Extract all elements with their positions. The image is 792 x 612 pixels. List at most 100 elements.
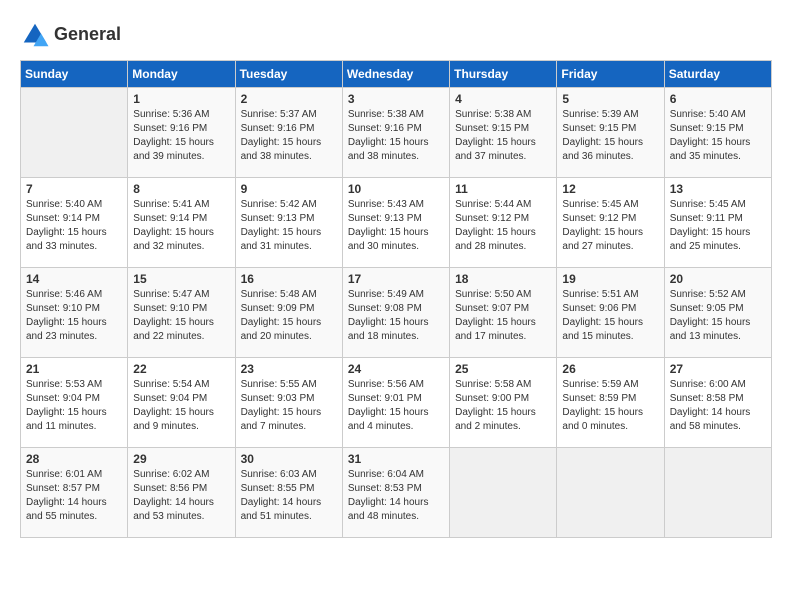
calendar-cell: 29 Sunrise: 6:02 AM Sunset: 8:56 PM Dayli…	[128, 448, 235, 538]
day-info: Sunrise: 5:38 AM Sunset: 9:15 PM Dayligh…	[455, 108, 551, 164]
calendar-header-row: SundayMondayTuesdayWednesdayThursdayFrid…	[21, 61, 772, 88]
day-info: Sunrise: 5:41 AM Sunset: 9:14 PM Dayligh…	[133, 198, 229, 254]
calendar-cell: 11 Sunrise: 5:44 AM Sunset: 9:12 PM Dayli…	[450, 178, 557, 268]
day-number: 8	[133, 182, 229, 196]
day-number: 20	[670, 272, 766, 286]
calendar-cell: 27 Sunrise: 6:00 AM Sunset: 8:58 PM Dayli…	[664, 358, 771, 448]
day-header-monday: Monday	[128, 61, 235, 88]
header: General	[20, 20, 772, 50]
day-number: 23	[241, 362, 337, 376]
day-info: Sunrise: 6:02 AM Sunset: 8:56 PM Dayligh…	[133, 468, 229, 524]
day-number: 11	[455, 182, 551, 196]
calendar-cell	[450, 448, 557, 538]
calendar-cell: 22Sunrise: 5:54 AM Sunset: 9:04 PM Dayli…	[128, 358, 235, 448]
calendar-cell: 9 Sunrise: 5:42 AM Sunset: 9:13 PM Daylig…	[235, 178, 342, 268]
day-info: Sunrise: 5:37 AM Sunset: 9:16 PM Dayligh…	[241, 108, 337, 164]
day-info: Sunrise: 5:55 AM Sunset: 9:03 PM Dayligh…	[241, 378, 337, 434]
day-number: 4	[455, 92, 551, 106]
day-info: Sunrise: 5:58 AM Sunset: 9:00 PM Dayligh…	[455, 378, 551, 434]
logo-icon	[20, 20, 50, 50]
day-info: Sunrise: 5:45 AM Sunset: 9:12 PM Dayligh…	[562, 198, 658, 254]
day-info: Sunrise: 5:40 AM Sunset: 9:14 PM Dayligh…	[26, 198, 122, 254]
calendar-cell: 20 Sunrise: 5:52 AM Sunset: 9:05 PM Dayli…	[664, 268, 771, 358]
day-number: 12	[562, 182, 658, 196]
day-number: 1	[133, 92, 229, 106]
calendar-cell: 15 Sunrise: 5:47 AM Sunset: 9:10 PM Dayli…	[128, 268, 235, 358]
calendar-cell: 6Sunrise: 5:40 AM Sunset: 9:15 PM Daylig…	[664, 88, 771, 178]
day-number: 9	[241, 182, 337, 196]
day-number: 10	[348, 182, 444, 196]
day-info: Sunrise: 5:56 AM Sunset: 9:01 PM Dayligh…	[348, 378, 444, 434]
day-header-tuesday: Tuesday	[235, 61, 342, 88]
day-number: 30	[241, 452, 337, 466]
calendar-cell: 18 Sunrise: 5:50 AM Sunset: 9:07 PM Dayli…	[450, 268, 557, 358]
day-number: 13	[670, 182, 766, 196]
day-number: 21	[26, 362, 122, 376]
calendar-cell: 16Sunrise: 5:48 AM Sunset: 9:09 PM Dayli…	[235, 268, 342, 358]
day-number: 26	[562, 362, 658, 376]
day-header-friday: Friday	[557, 61, 664, 88]
calendar-cell: 5 Sunrise: 5:39 AM Sunset: 9:15 PM Daylig…	[557, 88, 664, 178]
calendar-cell	[664, 448, 771, 538]
calendar-cell: 23 Sunrise: 5:55 AM Sunset: 9:03 PM Dayli…	[235, 358, 342, 448]
day-number: 15	[133, 272, 229, 286]
day-number: 3	[348, 92, 444, 106]
day-number: 27	[670, 362, 766, 376]
day-number: 14	[26, 272, 122, 286]
calendar-cell: 3Sunrise: 5:38 AM Sunset: 9:16 PM Daylig…	[342, 88, 449, 178]
day-info: Sunrise: 6:01 AM Sunset: 8:57 PM Dayligh…	[26, 468, 122, 524]
day-number: 7	[26, 182, 122, 196]
day-number: 16	[241, 272, 337, 286]
calendar-cell: 8 Sunrise: 5:41 AM Sunset: 9:14 PM Daylig…	[128, 178, 235, 268]
day-info: Sunrise: 5:54 AM Sunset: 9:04 PM Dayligh…	[133, 378, 229, 434]
calendar-week-row: 7 Sunrise: 5:40 AM Sunset: 9:14 PM Daylig…	[21, 178, 772, 268]
calendar-cell: 21 Sunrise: 5:53 AM Sunset: 9:04 PM Dayli…	[21, 358, 128, 448]
calendar-cell	[21, 88, 128, 178]
calendar-cell: 28 Sunrise: 6:01 AM Sunset: 8:57 PM Dayli…	[21, 448, 128, 538]
day-info: Sunrise: 5:53 AM Sunset: 9:04 PM Dayligh…	[26, 378, 122, 434]
day-number: 28	[26, 452, 122, 466]
day-info: Sunrise: 5:44 AM Sunset: 9:12 PM Dayligh…	[455, 198, 551, 254]
day-number: 6	[670, 92, 766, 106]
calendar-week-row: 21 Sunrise: 5:53 AM Sunset: 9:04 PM Dayli…	[21, 358, 772, 448]
day-number: 2	[241, 92, 337, 106]
calendar-cell: 4 Sunrise: 5:38 AM Sunset: 9:15 PM Daylig…	[450, 88, 557, 178]
calendar-table: SundayMondayTuesdayWednesdayThursdayFrid…	[20, 60, 772, 538]
calendar-cell	[557, 448, 664, 538]
day-info: Sunrise: 5:42 AM Sunset: 9:13 PM Dayligh…	[241, 198, 337, 254]
day-info: Sunrise: 5:52 AM Sunset: 9:05 PM Dayligh…	[670, 288, 766, 344]
day-info: Sunrise: 5:46 AM Sunset: 9:10 PM Dayligh…	[26, 288, 122, 344]
day-info: Sunrise: 5:39 AM Sunset: 9:15 PM Dayligh…	[562, 108, 658, 164]
calendar-cell: 19 Sunrise: 5:51 AM Sunset: 9:06 PM Dayli…	[557, 268, 664, 358]
day-number: 5	[562, 92, 658, 106]
calendar-cell: 12 Sunrise: 5:45 AM Sunset: 9:12 PM Dayli…	[557, 178, 664, 268]
day-info: Sunrise: 6:00 AM Sunset: 8:58 PM Dayligh…	[670, 378, 766, 434]
day-number: 29	[133, 452, 229, 466]
day-info: Sunrise: 5:45 AM Sunset: 9:11 PM Dayligh…	[670, 198, 766, 254]
day-number: 18	[455, 272, 551, 286]
day-number: 24	[348, 362, 444, 376]
day-info: Sunrise: 5:36 AM Sunset: 9:16 PM Dayligh…	[133, 108, 229, 164]
calendar-week-row: 28 Sunrise: 6:01 AM Sunset: 8:57 PM Dayli…	[21, 448, 772, 538]
calendar-cell: 2 Sunrise: 5:37 AM Sunset: 9:16 PM Daylig…	[235, 88, 342, 178]
calendar-cell: 31Sunrise: 6:04 AM Sunset: 8:53 PM Dayli…	[342, 448, 449, 538]
day-number: 19	[562, 272, 658, 286]
calendar-cell: 30 Sunrise: 6:03 AM Sunset: 8:55 PM Dayli…	[235, 448, 342, 538]
logo: General	[20, 20, 121, 50]
calendar-cell: 24 Sunrise: 5:56 AM Sunset: 9:01 PM Dayli…	[342, 358, 449, 448]
day-info: Sunrise: 5:59 AM Sunset: 8:59 PM Dayligh…	[562, 378, 658, 434]
day-info: Sunrise: 5:50 AM Sunset: 9:07 PM Dayligh…	[455, 288, 551, 344]
day-header-saturday: Saturday	[664, 61, 771, 88]
calendar-cell: 13 Sunrise: 5:45 AM Sunset: 9:11 PM Dayli…	[664, 178, 771, 268]
day-info: Sunrise: 6:03 AM Sunset: 8:55 PM Dayligh…	[241, 468, 337, 524]
day-number: 25	[455, 362, 551, 376]
day-info: Sunrise: 5:47 AM Sunset: 9:10 PM Dayligh…	[133, 288, 229, 344]
calendar-cell: 17 Sunrise: 5:49 AM Sunset: 9:08 PM Dayli…	[342, 268, 449, 358]
day-info: Sunrise: 5:51 AM Sunset: 9:06 PM Dayligh…	[562, 288, 658, 344]
calendar-cell: 14 Sunrise: 5:46 AM Sunset: 9:10 PM Dayli…	[21, 268, 128, 358]
calendar-week-row: 1 Sunrise: 5:36 AM Sunset: 9:16 PM Daylig…	[21, 88, 772, 178]
calendar-cell: 7 Sunrise: 5:40 AM Sunset: 9:14 PM Daylig…	[21, 178, 128, 268]
day-info: Sunrise: 5:43 AM Sunset: 9:13 PM Dayligh…	[348, 198, 444, 254]
day-number: 17	[348, 272, 444, 286]
day-info: Sunrise: 5:49 AM Sunset: 9:08 PM Dayligh…	[348, 288, 444, 344]
